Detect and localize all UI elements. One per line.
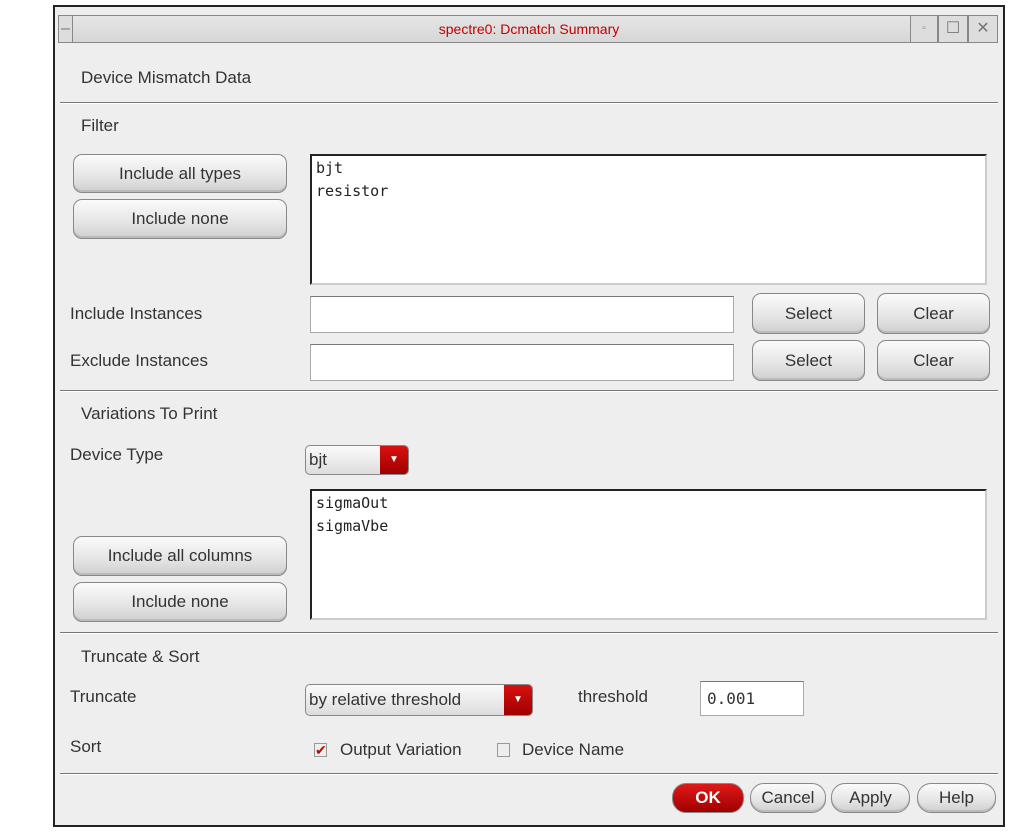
exclude-instances-input[interactable] (310, 344, 734, 381)
apply-button[interactable]: Apply (831, 783, 910, 813)
chevron-down-icon: ▼ (504, 685, 532, 715)
include-clear-button[interactable]: Clear (877, 293, 990, 334)
include-none-types-button[interactable]: Include none (73, 199, 287, 239)
device-type-dropdown[interactable]: bjt ▼ (305, 445, 409, 475)
include-select-button[interactable]: Select (752, 293, 865, 334)
variations-heading: Variations To Print (81, 404, 218, 423)
include-instances-input[interactable] (310, 296, 734, 333)
include-all-types-button[interactable]: Include all types (73, 154, 287, 193)
chevron-down-icon: ▼ (380, 446, 408, 474)
list-item[interactable]: sigmaOut (316, 492, 981, 515)
list-item[interactable]: sigmaVbe (316, 515, 981, 538)
list-item[interactable]: bjt (316, 157, 981, 180)
window-menu-icon[interactable]: – (58, 15, 73, 43)
exclude-instances-label: Exclude Instances (70, 351, 208, 370)
exclude-select-button[interactable]: Select (752, 340, 865, 381)
divider (60, 102, 998, 104)
threshold-input[interactable]: 0.001 (700, 681, 804, 716)
truncate-value: by relative threshold (309, 690, 462, 709)
columns-list[interactable]: sigmaOut sigmaVbe (310, 489, 987, 620)
divider (60, 632, 998, 634)
minimize-icon[interactable]: ▫ (910, 15, 938, 43)
output-variation-checkbox[interactable]: ✔ (314, 743, 327, 757)
divider (60, 390, 998, 392)
ok-button[interactable]: OK (672, 783, 744, 813)
filter-heading: Filter (81, 116, 119, 135)
device-name-label: Device Name (522, 740, 625, 759)
threshold-label: threshold (578, 687, 648, 706)
device-name-checkbox[interactable] (497, 743, 510, 757)
truncate-sort-heading: Truncate & Sort (81, 647, 200, 666)
exclude-clear-button[interactable]: Clear (877, 340, 990, 381)
sort-label: Sort (70, 737, 102, 756)
include-all-columns-button[interactable]: Include all columns (73, 536, 287, 576)
window-title: spectre0: Dcmatch Summary (438, 21, 620, 37)
help-button[interactable]: Help (917, 783, 996, 813)
divider (60, 773, 998, 775)
close-icon[interactable]: ✕ (968, 15, 998, 43)
list-item[interactable]: resistor (316, 180, 981, 203)
device-types-list[interactable]: bjt resistor (310, 154, 987, 285)
device-type-label: Device Type (70, 445, 164, 464)
output-variation-label: Output Variation (340, 740, 462, 759)
device-type-value: bjt (309, 450, 327, 469)
title-bar[interactable]: spectre0: Dcmatch Summary (58, 15, 998, 43)
maximize-icon[interactable]: ☐ (938, 15, 968, 43)
truncate-dropdown[interactable]: by relative threshold ▼ (305, 684, 533, 716)
include-none-columns-button[interactable]: Include none (73, 582, 287, 622)
dialog-heading: Device Mismatch Data (81, 68, 252, 87)
truncate-label: Truncate (70, 687, 137, 706)
cancel-button[interactable]: Cancel (750, 783, 826, 813)
include-instances-label: Include Instances (70, 304, 203, 323)
